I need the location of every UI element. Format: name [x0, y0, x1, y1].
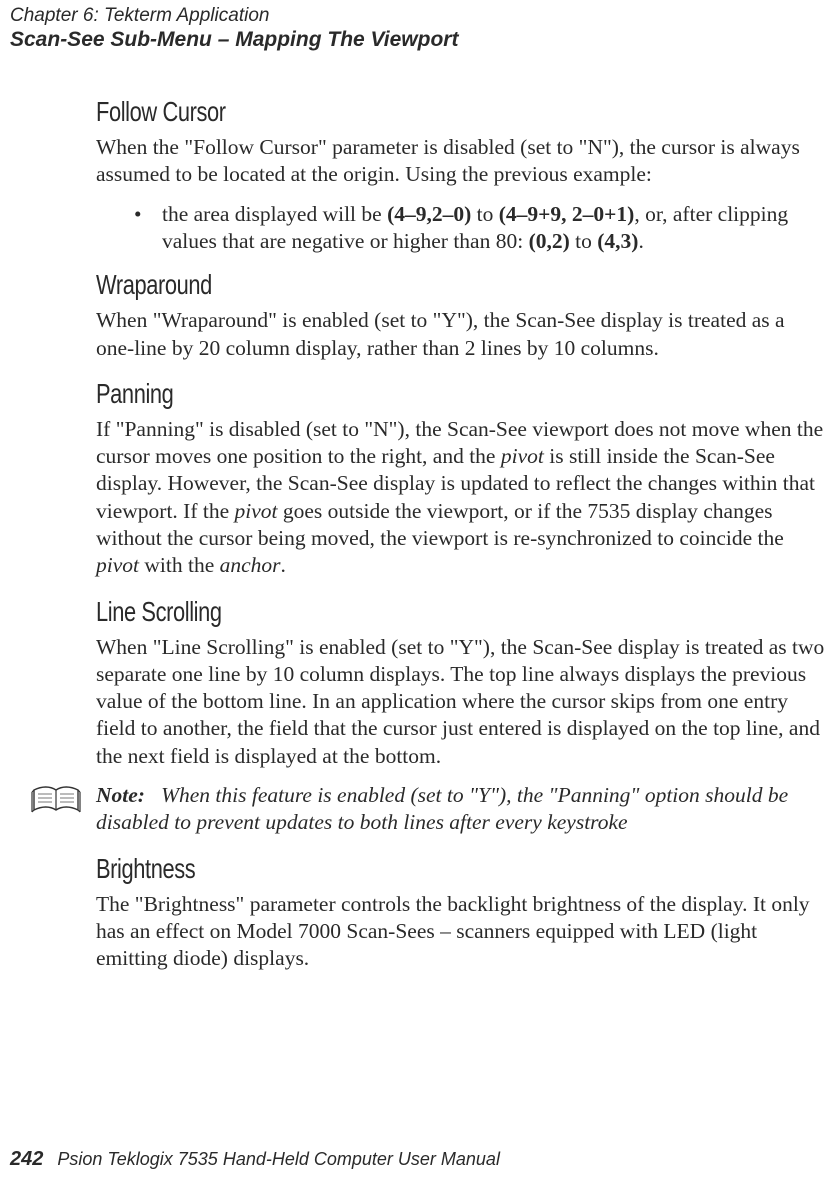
text-run: to: [570, 229, 597, 253]
page-footer: 242 Psion Teklogix 7535 Hand-Held Compute…: [10, 1148, 500, 1171]
text-run: .: [638, 229, 643, 253]
list-item: • the area displayed will be (4–9,2–0) t…: [134, 201, 828, 256]
text-bold: (4–9,2–0): [387, 202, 471, 226]
note-label: Note:: [96, 783, 145, 807]
chapter-subline: Scan-See Sub-Menu – Mapping The Viewport: [10, 27, 828, 52]
bullet-text: the area displayed will be (4–9,2–0) to …: [162, 201, 828, 256]
footer-title: Psion Teklogix 7535 Hand-Held Computer U…: [57, 1149, 500, 1169]
note-text: Note: When this feature is enabled (set …: [96, 782, 828, 837]
heading-follow-cursor: Follow Cursor: [96, 96, 838, 128]
text-run: .: [281, 553, 286, 577]
book-icon: [16, 782, 96, 818]
para-brightness: The "Brightness" parameter controls the …: [96, 891, 828, 973]
bullet-icon: •: [134, 201, 162, 256]
text-italic: pivot: [96, 553, 139, 577]
text-italic: pivot: [235, 499, 278, 523]
note-body: When this feature is enabled (set to "Y"…: [96, 783, 788, 834]
page-container: Chapter 6: Tekterm Application Scan-See …: [0, 0, 838, 1197]
text-bold: (0,2): [529, 229, 570, 253]
content-area: Follow Cursor When the "Follow Cursor" p…: [96, 96, 828, 973]
chapter-line: Chapter 6: Tekterm Application: [10, 5, 828, 27]
running-header: Chapter 6: Tekterm Application Scan-See …: [10, 5, 828, 52]
text-bold: (4–9+9, 2–0+1): [499, 202, 635, 226]
heading-brightness: Brightness: [96, 853, 838, 885]
heading-wraparound: Wraparound: [96, 269, 838, 301]
para-wraparound: When "Wraparound" is enabled (set to "Y"…: [96, 307, 828, 362]
text-run: the area displayed will be: [162, 202, 387, 226]
text-italic: pivot: [501, 444, 544, 468]
text-run: with the: [139, 553, 220, 577]
para-panning: If "Panning" is disabled (set to "N"), t…: [96, 416, 828, 580]
text-italic: anchor: [220, 553, 281, 577]
para-line-scrolling: When "Line Scrolling" is enabled (set to…: [96, 634, 828, 770]
bullet-list: • the area displayed will be (4–9,2–0) t…: [96, 201, 828, 256]
text-bold: (4,3): [597, 229, 638, 253]
heading-panning: Panning: [96, 378, 838, 410]
page-number: 242: [10, 1148, 43, 1170]
para-follow-cursor: When the "Follow Cursor" parameter is di…: [96, 134, 828, 189]
heading-line-scrolling: Line Scrolling: [96, 596, 838, 628]
text-run: to: [471, 202, 498, 226]
note-block: Note: When this feature is enabled (set …: [16, 782, 828, 837]
